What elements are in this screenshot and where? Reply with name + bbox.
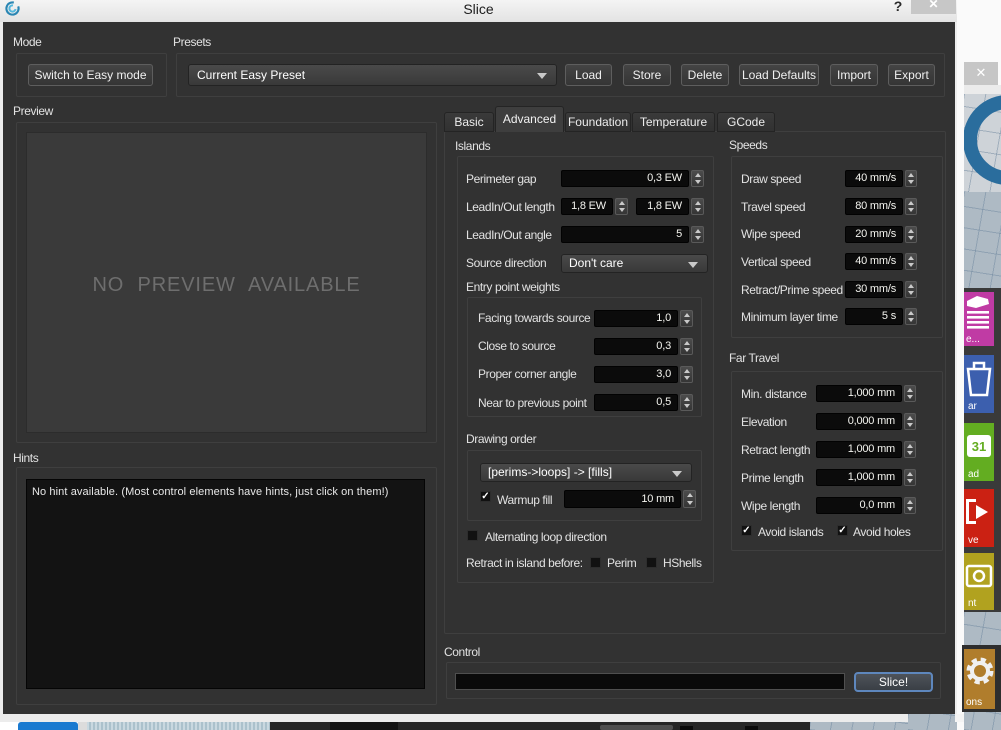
svg-text:31: 31 xyxy=(972,439,986,454)
